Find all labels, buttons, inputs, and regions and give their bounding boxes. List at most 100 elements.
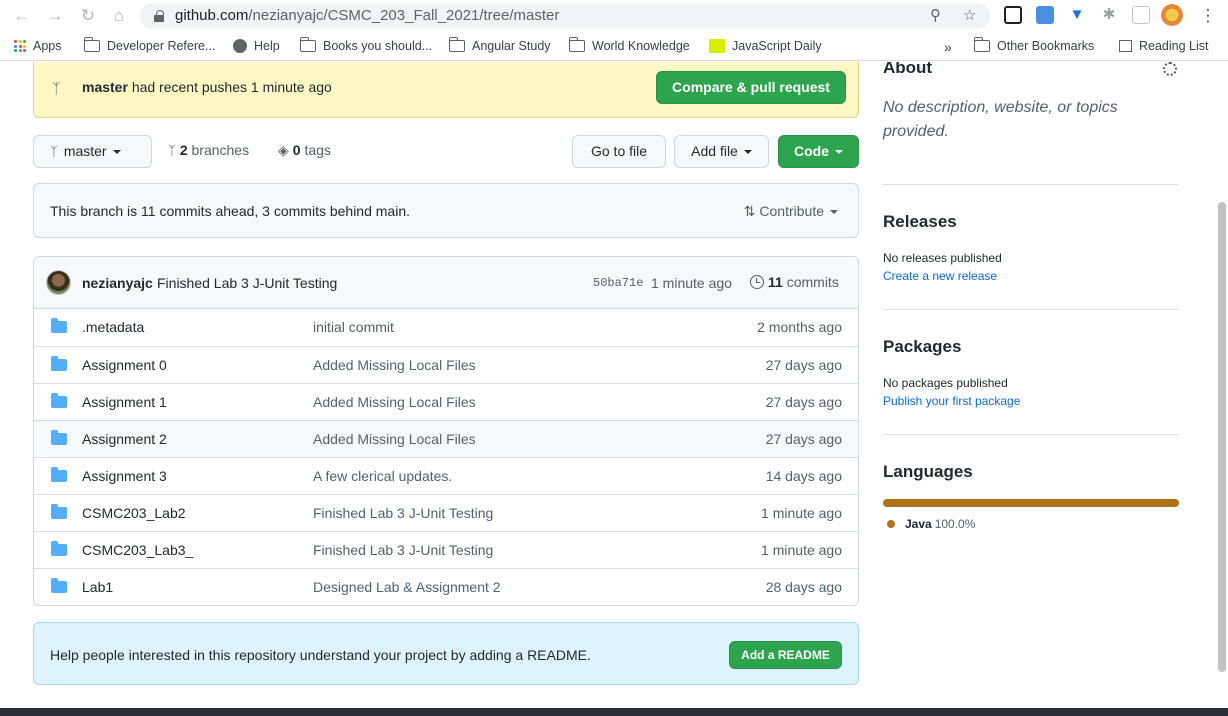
table-row[interactable]: CSMC203_Lab3_ Finished Lab 3 J-Unit Test… (34, 531, 858, 568)
commits-history-link[interactable]: 11 commits (750, 274, 839, 290)
branches-link[interactable]: ᛉ2 branches (168, 142, 249, 158)
extension-v-icon[interactable]: ▼ (1068, 6, 1086, 24)
extension-arrow-icon[interactable] (1036, 6, 1054, 24)
folder-icon (299, 37, 316, 52)
file-commit-message[interactable]: Added Missing Local Files (313, 394, 476, 410)
bookmark-help[interactable]: Help (233, 39, 280, 53)
reload-icon[interactable]: ↻ (76, 5, 100, 27)
table-row[interactable]: Lab1 Designed Lab & Assignment 2 28 days… (34, 568, 858, 605)
bookmarks-overflow[interactable]: » (944, 39, 952, 55)
file-name[interactable]: Assignment 0 (82, 357, 167, 373)
file-name[interactable]: Assignment 3 (82, 468, 167, 484)
url-text: github.com/nezianyajc/CSMC_203_Fall_2021… (175, 7, 560, 24)
menu-kebab-icon[interactable]: ⋮ (1196, 5, 1220, 27)
branch-select-button[interactable]: ᛉ master (33, 135, 152, 168)
picture-in-picture-icon[interactable] (1004, 6, 1022, 24)
gear-icon[interactable] (1163, 62, 1177, 76)
commit-sha[interactable]: 50ba71e (593, 276, 643, 290)
add-readme-button[interactable]: Add a README (729, 641, 842, 669)
caret-down-icon (835, 150, 843, 155)
reading-list[interactable]: Reading List (1119, 39, 1209, 53)
divider (883, 309, 1179, 310)
contribute-dropdown[interactable]: ⇅ Contribute (744, 203, 838, 220)
file-commit-message[interactable]: Added Missing Local Files (313, 357, 476, 373)
table-row[interactable]: Assignment 3 A few clerical updates. 14 … (34, 457, 858, 494)
file-commit-message[interactable]: initial commit (313, 319, 394, 335)
pushed-branch-name[interactable]: master (82, 79, 128, 95)
divider (883, 434, 1179, 435)
avatar[interactable] (46, 270, 71, 295)
latest-commit-header: nezianyajc Finished Lab 3 J-Unit Testing… (34, 257, 858, 309)
table-row[interactable]: Assignment 2 Added Missing Local Files 2… (34, 420, 858, 457)
file-name[interactable]: CSMC203_Lab2 (82, 505, 186, 521)
folder-icon (83, 37, 100, 52)
create-release-link[interactable]: Create a new release (883, 269, 997, 283)
git-branch-icon: ᛉ (168, 143, 176, 158)
branch-compare-box: This branch is 11 commits ahead, 3 commi… (33, 183, 859, 238)
file-age: 1 minute ago (761, 542, 842, 558)
releases-heading[interactable]: Releases (883, 212, 957, 232)
pull-request-icon: ⇅ (743, 203, 756, 219)
tags-link[interactable]: ◈ 0 tags (278, 142, 331, 159)
folder-icon (448, 37, 465, 52)
bookmark-star-icon[interactable]: ☆ (963, 6, 976, 24)
bookmarks-bar: Apps Developer Refere... Help Books you … (0, 33, 1228, 61)
compare-pull-request-button[interactable]: Compare & pull request (656, 71, 846, 104)
table-row[interactable]: .metadata initial commit 2 months ago (34, 309, 858, 346)
page-scrollbar[interactable] (1218, 202, 1226, 672)
language-item[interactable]: Java 100.0% (887, 517, 975, 531)
tag-icon: ◈ (278, 142, 289, 158)
folder-icon (51, 393, 67, 408)
home-icon[interactable]: ⌂ (107, 5, 131, 27)
code-button[interactable]: Code (778, 135, 859, 168)
bookmark-apps[interactable]: Apps (14, 39, 62, 53)
file-list: nezianyajc Finished Lab 3 J-Unit Testing… (33, 256, 859, 606)
caret-down-icon (830, 210, 838, 215)
bookmark-other-bookmarks[interactable]: Other Bookmarks (973, 37, 1094, 53)
folder-icon (568, 37, 585, 52)
file-age: 1 minute ago (761, 505, 842, 521)
file-commit-message[interactable]: Finished Lab 3 J-Unit Testing (313, 505, 493, 521)
file-name[interactable]: Assignment 2 (82, 431, 167, 447)
file-commit-message[interactable]: A few clerical updates. (313, 468, 452, 484)
caret-down-icon (112, 150, 121, 155)
language-bar (883, 499, 1179, 507)
back-arrow-icon[interactable]: ← (10, 5, 34, 27)
file-name[interactable]: CSMC203_Lab3_ (82, 542, 193, 558)
commit-time: 1 minute ago (651, 275, 732, 291)
caret-down-icon (743, 150, 752, 155)
add-file-button[interactable]: Add file (674, 135, 769, 168)
bookmark-world-knowledge[interactable]: World Knowledge (568, 37, 690, 53)
file-commit-message[interactable]: Added Missing Local Files (313, 431, 476, 447)
bookmark-developer-reference[interactable]: Developer Refere... (83, 37, 215, 53)
folder-icon (51, 430, 67, 445)
packages-heading[interactable]: Packages (883, 337, 961, 357)
forward-arrow-icon[interactable]: → (43, 5, 67, 27)
commit-author[interactable]: nezianyajc (82, 275, 153, 291)
table-row[interactable]: Assignment 0 Added Missing Local Files 2… (34, 346, 858, 383)
file-name[interactable]: .metadata (82, 319, 144, 335)
folder-icon (51, 318, 67, 333)
folder-icon (51, 578, 67, 593)
profile-avatar-icon[interactable] (1161, 4, 1183, 26)
zoom-icon[interactable]: ⚲ (930, 6, 941, 24)
publish-package-link[interactable]: Publish your first package (883, 394, 1020, 408)
bookmark-books[interactable]: Books you should... (299, 37, 432, 53)
file-name[interactable]: Lab1 (82, 579, 113, 595)
file-commit-message[interactable]: Finished Lab 3 J-Unit Testing (313, 542, 493, 558)
file-commit-message[interactable]: Designed Lab & Assignment 2 (313, 579, 501, 595)
table-row[interactable]: Assignment 1 Added Missing Local Files 2… (34, 383, 858, 420)
desktop-strip (0, 708, 1228, 716)
extensions-puzzle-icon[interactable]: ✱ (1100, 6, 1118, 24)
table-row[interactable]: CSMC203_Lab2 Finished Lab 3 J-Unit Testi… (34, 494, 858, 531)
cast-icon[interactable] (1132, 6, 1150, 24)
bookmark-javascript-daily[interactable]: JavaScript Daily (709, 39, 822, 53)
lock-icon (154, 10, 164, 22)
readme-prompt-text: Help people interested in this repositor… (50, 647, 591, 663)
go-to-file-button[interactable]: Go to file (572, 135, 666, 168)
address-bar[interactable]: github.com/nezianyajc/CSMC_203_Fall_2021… (140, 3, 990, 29)
commit-message[interactable]: Finished Lab 3 J-Unit Testing (157, 275, 337, 291)
file-age: 27 days ago (765, 357, 842, 373)
bookmark-angular-study[interactable]: Angular Study (448, 37, 551, 53)
file-name[interactable]: Assignment 1 (82, 394, 167, 410)
